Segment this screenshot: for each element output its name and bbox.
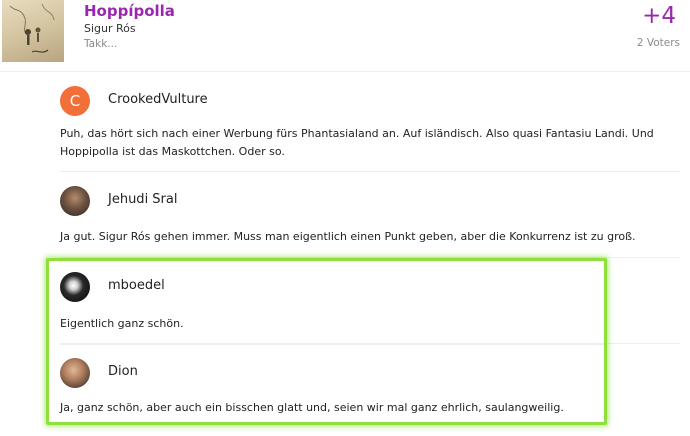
voter-count[interactable]: 2 Voters bbox=[637, 37, 680, 49]
vote-score: +4 bbox=[642, 3, 676, 29]
album-cover[interactable] bbox=[2, 0, 64, 62]
comment-text: Ja, ganz schön, aber auch ein bisschen g… bbox=[60, 401, 564, 414]
comment-username[interactable]: Jehudi Sral bbox=[108, 192, 177, 207]
song-header: Hoppípolla Sigur Rós Takk... +4 2 Voters bbox=[0, 0, 690, 72]
divider bbox=[60, 344, 604, 345]
comment: mboedel Eigentlich ganz schön. bbox=[60, 258, 680, 344]
comment: Dion Ja, ganz schön, aber auch ein bissc… bbox=[60, 344, 680, 424]
comment-username[interactable]: Dion bbox=[108, 364, 138, 379]
comment-text: Ja gut. Sigur Rós gehen immer. Muss man … bbox=[60, 230, 636, 243]
comment-username[interactable]: CrookedVulture bbox=[108, 92, 208, 107]
song-artist[interactable]: Sigur Rós bbox=[84, 22, 136, 35]
page: Hoppípolla Sigur Rós Takk... +4 2 Voters… bbox=[0, 0, 690, 436]
album-cover-art bbox=[9, 3, 55, 53]
comment: Jehudi Sral Ja gut. Sigur Rós gehen imme… bbox=[60, 172, 680, 258]
comment: C CrookedVulture Puh, das hört sich nach… bbox=[60, 72, 680, 172]
comment-text: Puh, das hört sich nach einer Werbung fü… bbox=[60, 127, 654, 158]
song-title[interactable]: Hoppípolla bbox=[84, 2, 175, 20]
comment-text: Eigentlich ganz schön. bbox=[60, 317, 184, 330]
avatar[interactable]: C bbox=[60, 86, 90, 116]
song-album[interactable]: Takk... bbox=[84, 38, 117, 50]
comment-username[interactable]: mboedel bbox=[108, 278, 165, 293]
avatar[interactable] bbox=[60, 272, 90, 302]
avatar[interactable] bbox=[60, 186, 90, 216]
avatar[interactable] bbox=[60, 358, 90, 388]
avatar-letter: C bbox=[69, 92, 81, 110]
